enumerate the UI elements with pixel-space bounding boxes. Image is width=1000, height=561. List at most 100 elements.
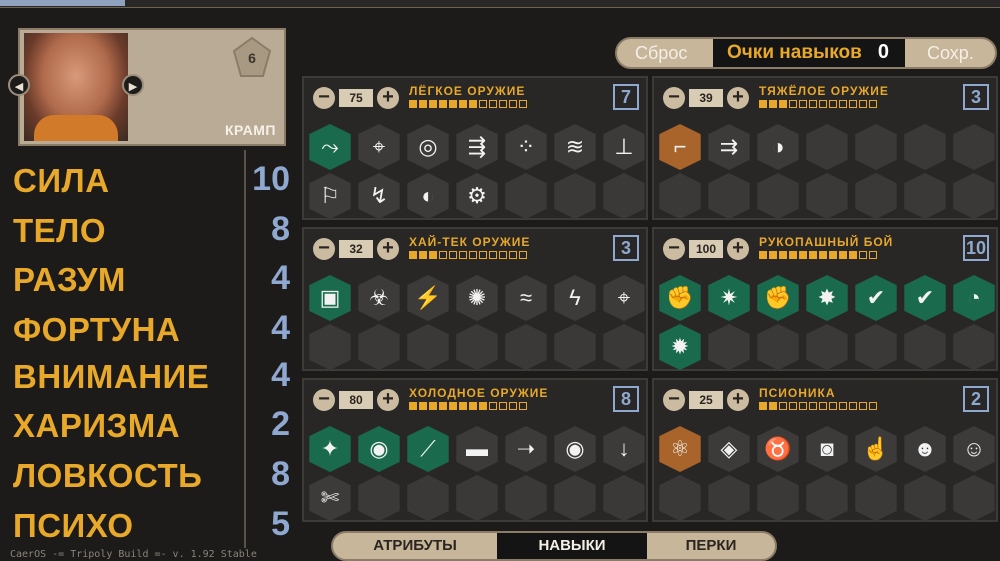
- prev-character-button[interactable]: ◀: [8, 74, 30, 96]
- punch-icon: ✊: [764, 285, 792, 310]
- decrease-button[interactable]: −: [313, 238, 335, 260]
- gun-stand-icon: ⊥: [614, 134, 634, 159]
- progress-pip: [419, 251, 427, 259]
- progress-pip: [839, 100, 847, 108]
- attribute-row[interactable]: ФОРТУНА 4: [0, 305, 300, 353]
- perk-slot[interactable]: ▬: [454, 426, 500, 472]
- perk-slot-background: [456, 324, 498, 370]
- perk-slot[interactable]: ✊: [657, 275, 703, 321]
- next-character-button[interactable]: ▶: [122, 74, 144, 96]
- perk-slot-background: [806, 173, 848, 219]
- increase-button[interactable]: +: [727, 389, 749, 411]
- decrease-button[interactable]: −: [663, 238, 685, 260]
- perk-slot[interactable]: ✸: [804, 275, 850, 321]
- perk-slot[interactable]: ♉: [755, 426, 801, 472]
- perk-slot-background: [855, 173, 897, 219]
- attribute-row[interactable]: ЛОВКОСТЬ 8: [0, 451, 300, 499]
- perk-slot-background: [358, 475, 400, 521]
- progress-pip: [419, 100, 427, 108]
- attribute-row[interactable]: РАЗУМ 4: [0, 255, 300, 303]
- perk-slot-empty: [356, 475, 402, 521]
- progress-pip: [489, 251, 497, 259]
- perk-slot[interactable]: ▣: [307, 275, 353, 321]
- perk-slot[interactable]: ✄: [307, 475, 353, 521]
- perk-slot[interactable]: ✊: [755, 275, 801, 321]
- perk-slot[interactable]: ◎: [405, 124, 451, 170]
- tab-attributes[interactable]: АТРИБУТЫ: [333, 533, 497, 559]
- decrease-button[interactable]: −: [313, 389, 335, 411]
- perk-slot[interactable]: ↓: [601, 426, 647, 472]
- perk-slot-background: [904, 324, 946, 370]
- perk-slot[interactable]: ☺: [951, 426, 997, 472]
- perk-slot[interactable]: ☻: [902, 426, 948, 472]
- perk-slot[interactable]: ⚙: [454, 173, 500, 219]
- increase-button[interactable]: +: [377, 389, 399, 411]
- increase-button[interactable]: +: [377, 87, 399, 109]
- attribute-row[interactable]: ПСИХО 5: [0, 501, 300, 549]
- perk-slot[interactable]: ↯: [356, 173, 402, 219]
- perk-slot[interactable]: ◙: [804, 426, 850, 472]
- double-fist-icon: ✊: [666, 285, 694, 310]
- perk-slot[interactable]: ◉: [356, 426, 402, 472]
- eye-slash-icon: ◉: [369, 436, 389, 461]
- perk-slot[interactable]: ◑: [755, 124, 801, 170]
- perk-slot[interactable]: ➝: [503, 426, 549, 472]
- perk-slot-background: [708, 173, 750, 219]
- tab-perks[interactable]: ПЕРКИ: [647, 533, 775, 559]
- character-level: 6: [248, 50, 256, 66]
- decrease-button[interactable]: −: [663, 389, 685, 411]
- tab-skills[interactable]: НАВЫКИ: [497, 533, 647, 559]
- perk-slot[interactable]: ϟ: [552, 275, 598, 321]
- perk-slot[interactable]: ⚐: [307, 173, 353, 219]
- perk-slot[interactable]: ◔: [951, 275, 997, 321]
- perk-slot[interactable]: ✺: [454, 275, 500, 321]
- perk-slot-empty: [951, 124, 997, 170]
- perk-slot-background: [855, 324, 897, 370]
- perk-slot[interactable]: ⁘: [503, 124, 549, 170]
- perk-slot[interactable]: ⚛: [657, 426, 703, 472]
- perk-slot-empty: [902, 475, 948, 521]
- attribute-row[interactable]: ТЕЛО 8: [0, 206, 300, 254]
- perk-slot[interactable]: ☝: [853, 426, 899, 472]
- attribute-row[interactable]: ХАРИЗМА 2: [0, 401, 300, 449]
- perk-slot[interactable]: ⤳: [307, 124, 353, 170]
- attribute-name: ФОРТУНА: [13, 311, 181, 348]
- perk-slot-background: [358, 324, 400, 370]
- perk-slot[interactable]: ✔: [902, 275, 948, 321]
- increase-button[interactable]: +: [727, 238, 749, 260]
- perk-slot[interactable]: ◉: [552, 426, 598, 472]
- perk-slot[interactable]: ✔: [853, 275, 899, 321]
- perk-slot-empty: [503, 324, 549, 370]
- perk-slot[interactable]: ✦: [307, 426, 353, 472]
- perk-slot[interactable]: ⚡: [405, 275, 451, 321]
- perk-slot[interactable]: ☣: [356, 275, 402, 321]
- perk-slot[interactable]: ⟋: [405, 426, 451, 472]
- perk-slot[interactable]: ⇉: [706, 124, 752, 170]
- progress-pip: [469, 402, 477, 410]
- perk-slot[interactable]: ≋: [552, 124, 598, 170]
- attribute-row[interactable]: ВНИМАНИЕ 4: [0, 352, 300, 400]
- skill-value: 39: [689, 89, 723, 107]
- skill-value: 25: [689, 391, 723, 409]
- perk-slot[interactable]: ⊥: [601, 124, 647, 170]
- perk-slot[interactable]: ⇶: [454, 124, 500, 170]
- perk-slot[interactable]: ⌖: [356, 124, 402, 170]
- attribute-row[interactable]: СИЛА 10: [0, 156, 300, 204]
- perk-slot[interactable]: ⌖: [601, 275, 647, 321]
- biohazard-icon: ☣: [369, 285, 389, 310]
- perk-slot[interactable]: ✹: [657, 324, 703, 370]
- save-button[interactable]: Сохр.: [927, 43, 974, 64]
- skill-level: 2: [963, 386, 989, 412]
- decrease-button[interactable]: −: [313, 87, 335, 109]
- increase-button[interactable]: +: [377, 238, 399, 260]
- perk-slot[interactable]: ◈: [706, 426, 752, 472]
- bottom-tabs: АТРИБУТЫ НАВЫКИ ПЕРКИ: [331, 531, 777, 561]
- perk-slot-background: [309, 324, 351, 370]
- decrease-button[interactable]: −: [663, 87, 685, 109]
- perk-slot[interactable]: ≈: [503, 275, 549, 321]
- perk-slot[interactable]: ✷: [706, 275, 752, 321]
- perk-slot[interactable]: ◐: [405, 173, 451, 219]
- increase-button[interactable]: +: [727, 87, 749, 109]
- reset-button[interactable]: Сброс: [635, 43, 687, 64]
- perk-slot[interactable]: ⌐: [657, 124, 703, 170]
